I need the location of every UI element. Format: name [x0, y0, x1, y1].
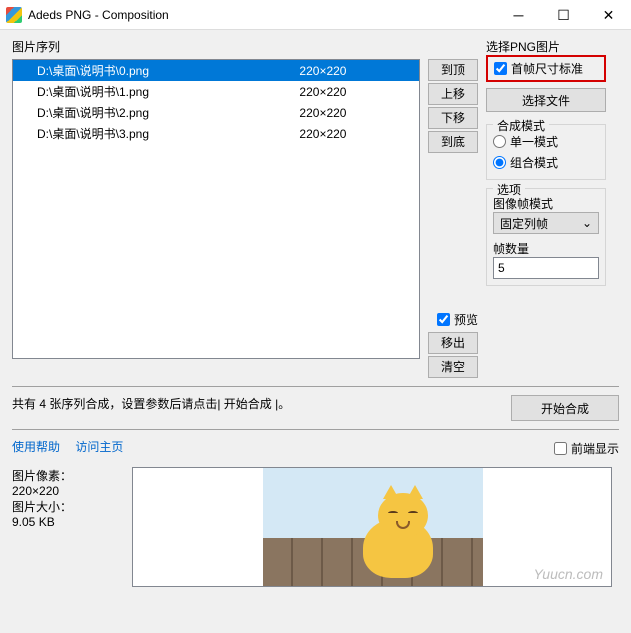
file-listbox[interactable]: D:\桌面\说明书\0.png220×220D:\桌面\说明书\1.png220… — [12, 59, 420, 359]
frame-mode-combo[interactable]: 固定列帧 ⌄ — [493, 212, 599, 234]
compose-mode-label: 合成模式 — [493, 117, 549, 134]
close-button[interactable]: ✕ — [586, 0, 631, 30]
chevron-down-icon: ⌄ — [582, 216, 592, 230]
group-mode-label: 组合模式 — [510, 154, 558, 171]
move-down-button[interactable]: 下移 — [428, 107, 478, 129]
list-item[interactable]: D:\桌面\说明书\1.png220×220 — [13, 81, 419, 102]
preview-checkbox[interactable] — [437, 313, 450, 326]
frame-count-label: 帧数量 — [493, 240, 599, 257]
pixel-label: 图片像素： — [12, 467, 132, 484]
minimize-button[interactable]: ─ — [496, 0, 541, 30]
status-text: 共有 4 张序列合成，设置参数后请点击| 开始合成 |。 — [12, 397, 290, 411]
to-top-button[interactable]: 到顶 — [428, 59, 478, 81]
combo-value: 固定列帧 — [500, 215, 548, 232]
preview-label: 预览 — [454, 311, 478, 328]
list-item[interactable]: D:\桌面\说明书\3.png220×220 — [13, 123, 419, 144]
size-label: 图片大小： — [12, 498, 132, 515]
help-link[interactable]: 使用帮助 — [12, 440, 60, 454]
front-display-checkbox[interactable] — [554, 442, 567, 455]
list-item[interactable]: D:\桌面\说明书\2.png220×220 — [13, 102, 419, 123]
pixel-value: 220×220 — [12, 484, 132, 498]
options-label: 选项 — [493, 181, 525, 198]
preview-image: Yuucn.com — [132, 467, 612, 587]
front-display-label: 前端显示 — [571, 440, 619, 457]
clear-button[interactable]: 清空 — [428, 356, 478, 378]
window-title: Adeds PNG - Composition — [28, 8, 496, 22]
single-mode-radio[interactable] — [493, 135, 506, 148]
cat-illustration — [343, 488, 443, 578]
options-group: 选项 图像帧模式 固定列帧 ⌄ 帧数量 — [486, 188, 606, 286]
frame-count-input[interactable] — [493, 257, 599, 279]
to-bottom-button[interactable]: 到底 — [428, 131, 478, 153]
select-png-label: 选择PNG图片 — [486, 38, 606, 55]
size-value: 9.05 KB — [12, 515, 132, 529]
first-frame-label: 首帧尺寸标准 — [511, 60, 583, 77]
first-frame-highlight: 首帧尺寸标准 — [486, 55, 606, 82]
start-compose-button[interactable]: 开始合成 — [511, 395, 619, 421]
compose-mode-group: 合成模式 单一模式 组合模式 — [486, 124, 606, 180]
select-file-button[interactable]: 选择文件 — [486, 88, 606, 112]
watermark: Yuucn.com — [533, 566, 603, 582]
preview-info: 图片像素： 220×220 图片大小： 9.05 KB — [12, 467, 132, 587]
titlebar[interactable]: Adeds PNG - Composition ─ ☐ ✕ — [0, 0, 631, 30]
group-mode-radio[interactable] — [493, 156, 506, 169]
sequence-label: 图片序列 — [12, 38, 478, 55]
move-up-button[interactable]: 上移 — [428, 83, 478, 105]
single-mode-label: 单一模式 — [510, 133, 558, 150]
move-out-button[interactable]: 移出 — [428, 332, 478, 354]
app-icon — [6, 7, 22, 23]
first-frame-checkbox[interactable] — [494, 62, 507, 75]
home-link[interactable]: 访问主页 — [75, 440, 123, 454]
maximize-button[interactable]: ☐ — [541, 0, 586, 30]
list-item[interactable]: D:\桌面\说明书\0.png220×220 — [13, 60, 419, 81]
